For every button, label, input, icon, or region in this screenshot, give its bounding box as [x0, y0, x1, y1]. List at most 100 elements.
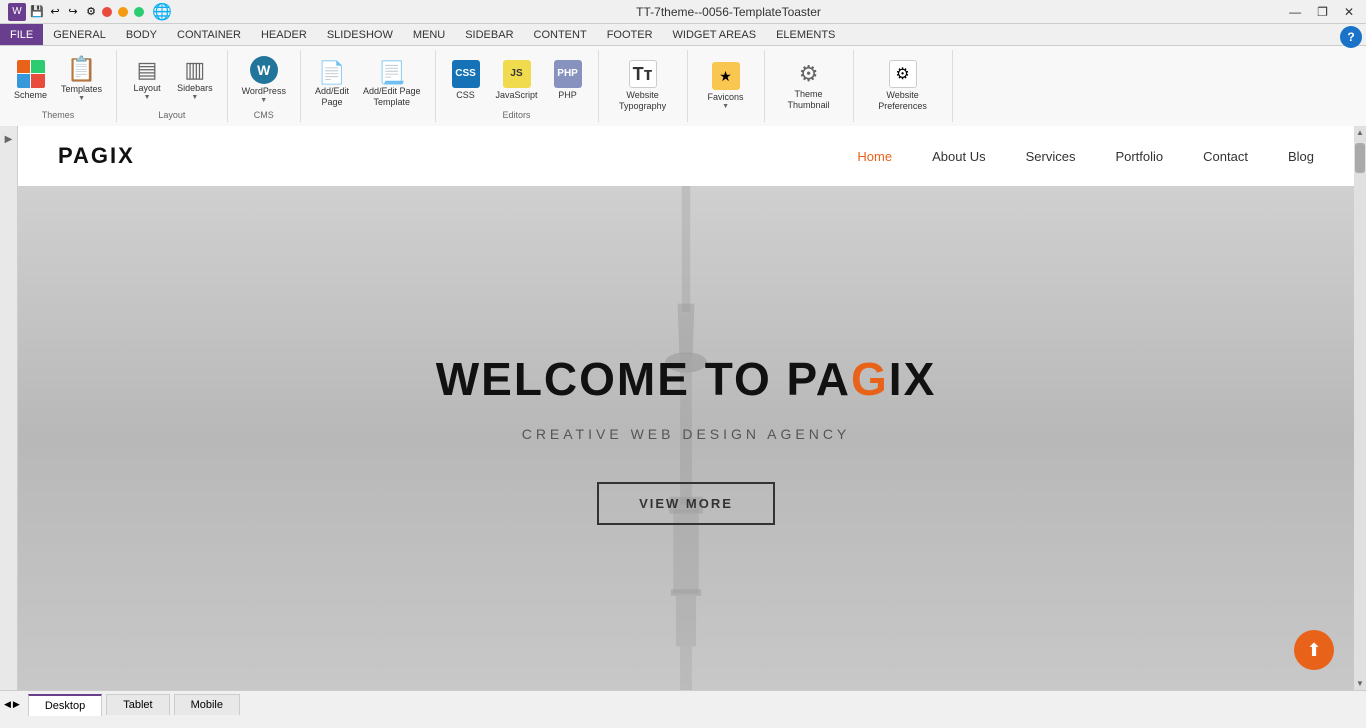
preview-header: PAGIX Home About Us Services Portfolio C… — [18, 126, 1354, 186]
favicons-button[interactable]: ★ Favicons ▼ — [696, 58, 756, 114]
scroll-right-arrow[interactable]: ▶ — [13, 699, 20, 710]
ribbon-themes-group: Scheme 📋 Templates ▼ Themes — [0, 50, 117, 122]
undo-icon[interactable]: ↩ — [48, 5, 62, 19]
scrollbar-thumb[interactable] — [1355, 143, 1365, 173]
nav-blog[interactable]: Blog — [1288, 149, 1314, 164]
hero-title: WELCOME TO PAGIX — [436, 352, 937, 406]
nav-home[interactable]: Home — [857, 149, 892, 164]
tab-desktop[interactable]: Desktop — [28, 694, 102, 716]
close-button[interactable]: ✕ — [1340, 5, 1358, 19]
title-bar: W 💾 ↩ ↪ ⚙ 🌐 TT-7theme--0056-TemplateToas… — [0, 0, 1366, 24]
layout-button[interactable]: ▤ Layout ▼ — [125, 55, 169, 105]
hero-view-more-button[interactable]: VIEW MORE — [597, 482, 775, 525]
menu-body[interactable]: BODY — [116, 24, 167, 45]
thumbnail-label: Theme Thumbnail — [779, 89, 839, 111]
ribbon-layout-group: ▤ Layout ▼ ▥ Sidebars ▼ Layout — [117, 50, 228, 122]
typography-icon: Tᴛ — [629, 60, 657, 88]
editors-label: Editors — [503, 110, 531, 120]
menu-container[interactable]: CONTAINER — [167, 24, 251, 45]
css-button[interactable]: CSS CSS — [444, 56, 488, 105]
help-button[interactable]: ? — [1340, 26, 1362, 48]
preferences-items: ⚙ Website Preferences — [862, 52, 944, 120]
add-edit-template-button[interactable]: 📃 Add/Edit PageTemplate — [357, 58, 427, 112]
minimize-button[interactable]: — — [1285, 5, 1305, 19]
wordpress-button[interactable]: W WordPress ▼ — [236, 52, 292, 108]
nav-about[interactable]: About Us — [932, 149, 985, 164]
php-label: PHP — [558, 90, 577, 101]
scheme-button[interactable]: Scheme — [8, 56, 53, 105]
sidebars-button[interactable]: ▥ Sidebars ▼ — [171, 55, 219, 105]
hero-title-highlight: G — [851, 353, 889, 405]
templates-button[interactable]: 📋 Templates ▼ — [55, 54, 108, 106]
wp-icon: 🌐 — [152, 2, 172, 22]
ribbon-code-group: CSS CSS JS JavaScript PHP PHP Editors — [436, 50, 599, 122]
scheme-icon — [17, 60, 45, 88]
tab-tablet[interactable]: Tablet — [106, 694, 169, 715]
ribbon-cms-group: W WordPress ▼ CMS — [228, 50, 301, 122]
php-button[interactable]: PHP PHP — [546, 56, 590, 105]
redo-icon[interactable]: ↪ — [66, 5, 80, 19]
scroll-left-arrow[interactable]: ◀ — [4, 699, 11, 710]
scheme-label: Scheme — [14, 90, 47, 101]
ribbon-thumbnail-group: ⚙ Theme Thumbnail — [765, 50, 854, 122]
themes-items: Scheme 📋 Templates ▼ — [8, 52, 108, 108]
debug-icon[interactable]: ⚙ — [84, 5, 98, 19]
js-button[interactable]: JS JavaScript — [490, 56, 544, 105]
menu-footer[interactable]: FOOTER — [597, 24, 663, 45]
code-items: CSS CSS JS JavaScript PHP PHP — [444, 52, 590, 108]
scroll-up-button[interactable]: ⬆ — [1294, 630, 1334, 670]
app-logo: W — [8, 3, 26, 21]
add-edit-page-icon: 📄 — [318, 62, 345, 84]
menu-file[interactable]: FILE — [0, 24, 43, 45]
ribbon-preferences-group: ⚙ Website Preferences — [854, 50, 953, 122]
scrollbar-right[interactable]: ▲ ▼ — [1354, 126, 1366, 690]
menu-widget-areas[interactable]: WIDGET AREAS — [663, 24, 767, 45]
css-icon: CSS — [452, 60, 480, 88]
browser-icon-orange — [118, 7, 128, 17]
js-icon: JS — [503, 60, 531, 88]
php-icon: PHP — [554, 60, 582, 88]
nav-services[interactable]: Services — [1026, 149, 1076, 164]
tab-mobile[interactable]: Mobile — [174, 694, 240, 715]
menu-slideshow[interactable]: SLIDESHOW — [317, 24, 403, 45]
nav-portfolio[interactable]: Portfolio — [1115, 149, 1163, 164]
thumbnail-icon: ⚙ — [799, 61, 819, 87]
thumbnail-items: ⚙ Theme Thumbnail — [773, 52, 845, 120]
save-icon[interactable]: 💾 — [30, 5, 44, 19]
preferences-button[interactable]: ⚙ Website Preferences — [862, 56, 944, 116]
menu-header[interactable]: HEADER — [251, 24, 317, 45]
browser-icon-red — [102, 7, 112, 17]
cms-items: W WordPress ▼ — [236, 52, 292, 108]
menu-menu[interactable]: MENU — [403, 24, 455, 45]
templates-icon: 📋 — [67, 58, 97, 82]
menu-content[interactable]: CONTENT — [524, 24, 597, 45]
wordpress-icon: W — [250, 56, 278, 84]
themes-group-label: Themes — [42, 110, 75, 120]
menu-general[interactable]: GENERAL — [43, 24, 116, 45]
ribbon-typography-group: Tᴛ Website Typography — [599, 50, 688, 122]
restore-button[interactable]: ❐ — [1313, 5, 1332, 19]
hero-title-post: IX — [889, 353, 936, 405]
nav-contact[interactable]: Contact — [1203, 149, 1248, 164]
menu-bar: FILE GENERAL BODY CONTAINER HEADER SLIDE… — [0, 24, 1366, 46]
sidebar-toggle[interactable]: ▶ — [0, 126, 18, 690]
layout-label: Layout — [134, 83, 161, 94]
typography-label: Website Typography — [613, 90, 673, 112]
add-edit-page-button[interactable]: 📄 Add/EditPage — [309, 58, 355, 112]
favicons-label: Favicons — [708, 92, 744, 103]
menu-sidebar[interactable]: SIDEBAR — [455, 24, 523, 45]
scroll-down-arrow[interactable]: ▼ — [1354, 677, 1366, 690]
scroll-up-arrow[interactable]: ▲ — [1354, 126, 1366, 139]
menu-elements[interactable]: ELEMENTS — [766, 24, 845, 45]
add-edit-template-icon: 📃 — [378, 62, 405, 84]
favicons-items: ★ Favicons ▼ — [696, 52, 756, 120]
templates-label: Templates — [61, 84, 102, 95]
ribbon: Scheme 📋 Templates ▼ Themes ▤ Layout ▼ ▥… — [0, 46, 1366, 126]
typography-items: Tᴛ Website Typography — [607, 52, 679, 120]
thumbnail-button[interactable]: ⚙ Theme Thumbnail — [773, 57, 845, 115]
editors-items: 📄 Add/EditPage 📃 Add/Edit PageTemplate — [309, 52, 427, 118]
hero-title-pre: WELCOME TO PA — [436, 353, 851, 405]
hero-content: WELCOME TO PAGIX CREATIVE WEB DESIGN AGE… — [436, 352, 937, 525]
typography-button[interactable]: Tᴛ Website Typography — [607, 56, 679, 116]
website-preview: PAGIX Home About Us Services Portfolio C… — [18, 126, 1354, 690]
